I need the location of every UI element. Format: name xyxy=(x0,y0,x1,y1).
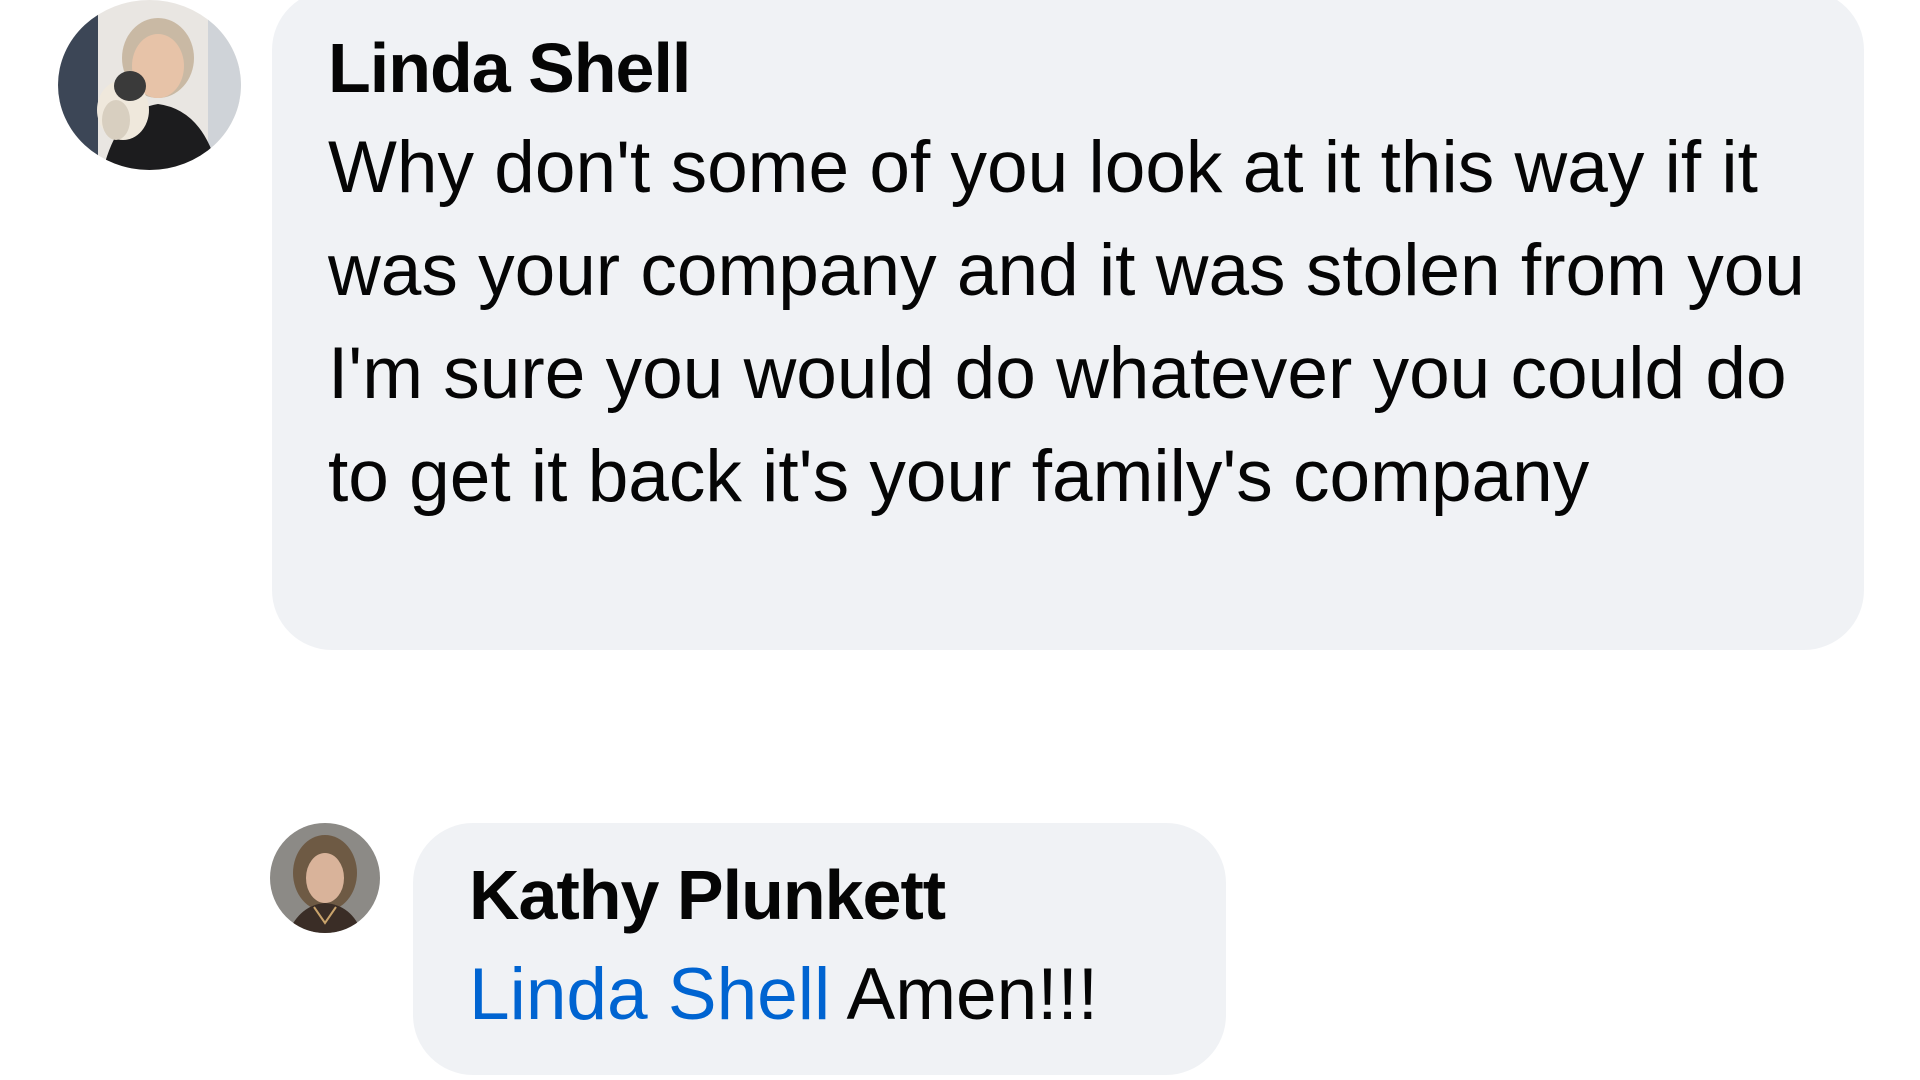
comment-text: Why don't some of you look at it this wa… xyxy=(328,127,1805,517)
mention-link[interactable]: Linda Shell xyxy=(469,954,830,1035)
comment-author-name[interactable]: Linda Shell xyxy=(328,20,1808,116)
comment-bubble-kathy-plunkett: Kathy Plunkett Linda Shell Amen!!! xyxy=(413,823,1226,1075)
linda-shell-avatar[interactable] xyxy=(58,0,241,170)
comment-bubble-linda-shell: Linda Shell Why don't some of you look a… xyxy=(272,0,1864,650)
profile-photo-icon xyxy=(270,823,380,933)
comment-thread: Linda Shell Why don't some of you look a… xyxy=(0,0,1920,1080)
kathy-plunkett-avatar[interactable] xyxy=(270,823,380,933)
reply-text: Amen!!! xyxy=(846,954,1099,1035)
comment-author-name[interactable]: Kathy Plunkett xyxy=(469,847,1170,943)
profile-photo-icon xyxy=(58,0,241,170)
comment-text: Linda Shell Amen!!! xyxy=(469,943,1170,1046)
